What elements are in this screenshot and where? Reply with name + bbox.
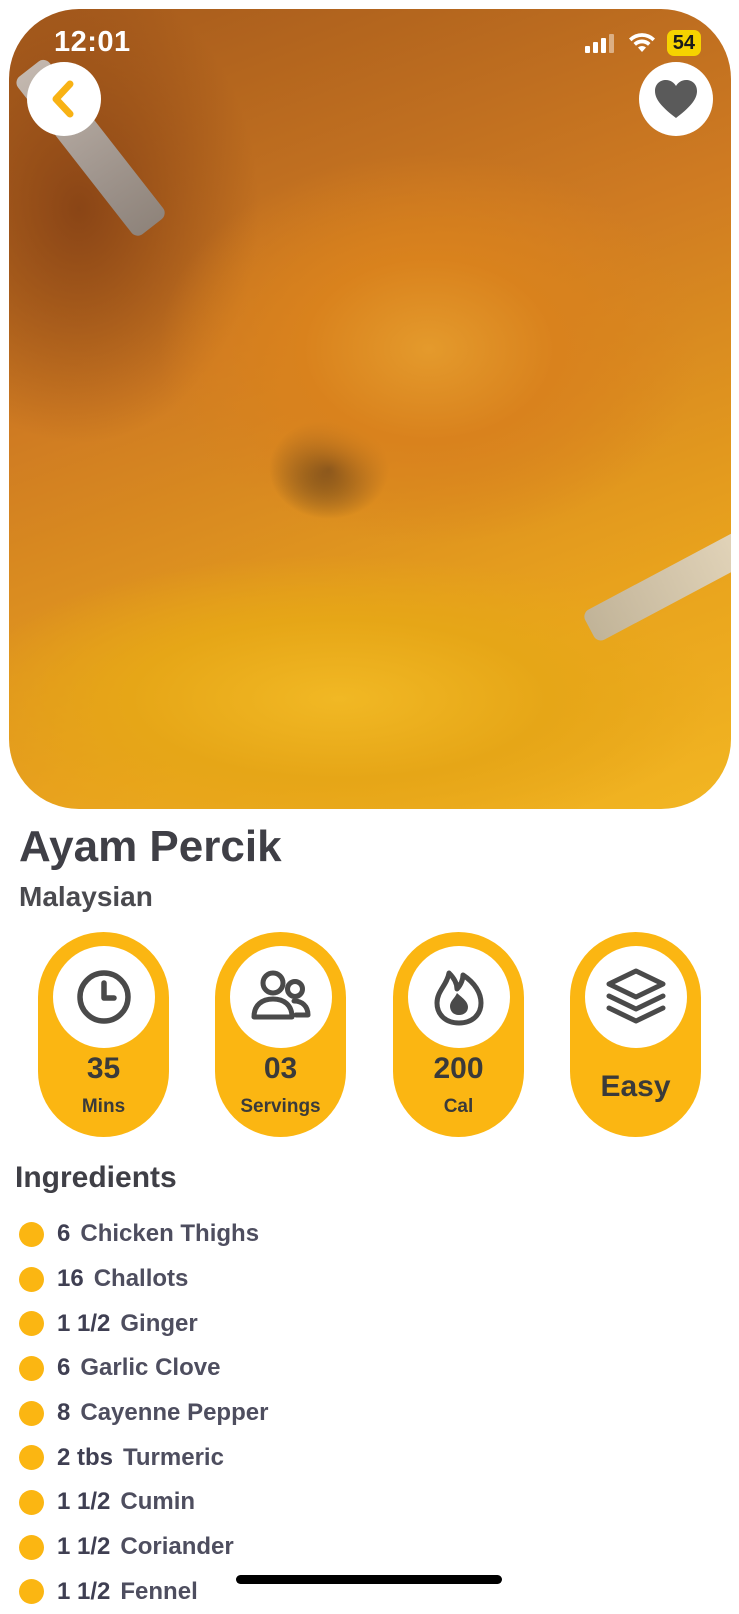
spatula-shape [582, 529, 731, 644]
recipe-cuisine: Malaysian [19, 881, 153, 913]
bullet-icon [19, 1356, 44, 1381]
ingredient-item: 1 1/2 Coriander [19, 1525, 719, 1570]
ingredients-list: 6 Chicken Thighs 16 Challots 1 1/2 Ginger 6… [19, 1212, 719, 1614]
bullet-icon [19, 1401, 44, 1426]
ingredient-item: 16 Challots [19, 1257, 719, 1302]
ingredient-name: Challots [94, 1265, 189, 1293]
bullet-icon [19, 1222, 44, 1247]
back-button[interactable] [27, 62, 101, 136]
stat-time: 35 Mins [38, 932, 169, 1137]
favorite-button[interactable] [639, 62, 713, 136]
status-bar: 12:01 54 [0, 0, 739, 88]
ingredient-item: 6 Chicken Thighs [19, 1212, 719, 1257]
layers-icon [605, 967, 667, 1027]
stat-servings-value: 03 [215, 1052, 346, 1086]
ingredients-heading: Ingredients [15, 1161, 177, 1195]
bullet-icon [19, 1579, 44, 1604]
stat-time-value: 35 [38, 1052, 169, 1086]
clock-icon [74, 967, 134, 1027]
heart-icon [653, 78, 699, 120]
ingredient-name: Ginger [120, 1310, 197, 1338]
bullet-icon [19, 1445, 44, 1470]
stat-time-unit: Mins [38, 1096, 169, 1118]
stat-calories-unit: Cal [393, 1096, 524, 1118]
ingredient-name: Garlic Clove [80, 1354, 220, 1382]
ingredient-qty: 6 [57, 1220, 70, 1248]
ingredient-name: Fennel [120, 1578, 197, 1606]
ingredient-name: Cayenne Pepper [80, 1399, 268, 1427]
ingredient-qty: 1 1/2 [57, 1578, 110, 1606]
ingredient-qty: 6 [57, 1354, 70, 1382]
people-icon [250, 969, 312, 1025]
bullet-icon [19, 1311, 44, 1336]
ingredient-qty: 8 [57, 1399, 70, 1427]
ingredient-name: Coriander [120, 1533, 233, 1561]
ingredient-qty: 1 1/2 [57, 1488, 110, 1516]
stat-calories: 200 Cal [393, 932, 524, 1137]
stat-difficulty: Easy [570, 932, 701, 1137]
ingredient-name: Cumin [120, 1488, 195, 1516]
stat-servings-unit: Servings [215, 1096, 346, 1118]
signal-icon [585, 33, 617, 53]
bullet-icon [19, 1267, 44, 1292]
wifi-icon [627, 32, 657, 54]
ingredient-qty: 16 [57, 1265, 84, 1293]
status-time: 12:01 [54, 26, 131, 59]
bullet-icon [19, 1490, 44, 1515]
ingredient-qty: 2 tbs [57, 1444, 113, 1472]
chevron-left-icon [46, 79, 82, 119]
status-icons: 54 [585, 30, 701, 56]
battery-indicator: 54 [667, 30, 701, 56]
ingredient-qty: 1 1/2 [57, 1533, 110, 1561]
ingredient-item: 6 Garlic Clove [19, 1346, 719, 1391]
recipe-title: Ayam Percik [19, 822, 282, 872]
stat-servings: 03 Servings [215, 932, 346, 1137]
ingredient-qty: 1 1/2 [57, 1310, 110, 1338]
stat-difficulty-value: Easy [570, 1070, 701, 1104]
flame-icon [431, 967, 487, 1027]
ingredient-item: 8 Cayenne Pepper [19, 1391, 719, 1436]
ingredient-name: Chicken Thighs [80, 1220, 259, 1248]
ingredient-item: 1 1/2 Cumin [19, 1480, 719, 1525]
bullet-icon [19, 1535, 44, 1560]
recipe-hero-image [9, 9, 731, 809]
home-indicator[interactable] [236, 1575, 502, 1584]
ingredient-item: 1 1/2 Ginger [19, 1301, 719, 1346]
stat-calories-value: 200 [393, 1052, 524, 1086]
ingredient-name: Turmeric [123, 1444, 224, 1472]
ingredient-item: 2 tbs Turmeric [19, 1435, 719, 1480]
